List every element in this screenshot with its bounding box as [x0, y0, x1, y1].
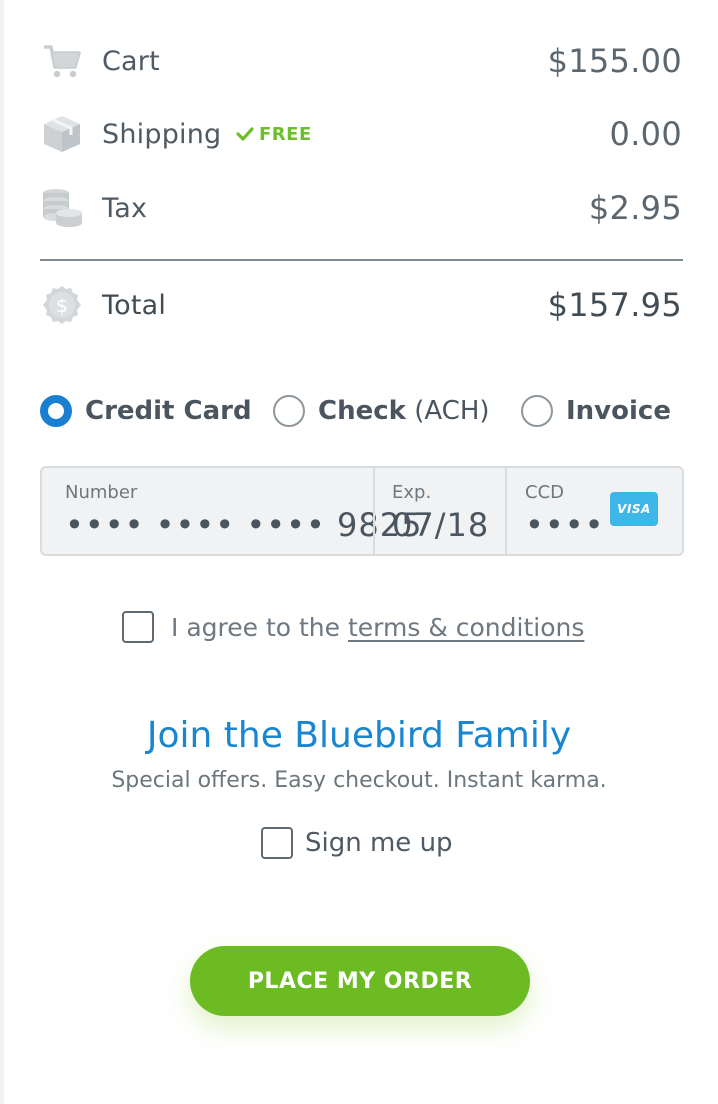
- radio-label-invoice: Invoice: [566, 396, 671, 426]
- payment-method-group: Credit Card Check (ACH) Invoice: [40, 390, 682, 432]
- tax-row: Tax $2.95: [40, 180, 682, 236]
- svg-text:$: $: [56, 295, 68, 317]
- place-order-button[interactable]: PLACE MY ORDER: [190, 946, 530, 1016]
- summary-divider: [40, 259, 683, 261]
- terms-checkbox[interactable]: [122, 611, 154, 643]
- terms-agreement: I agree to the terms & conditions: [122, 608, 584, 646]
- terms-text: I agree to the terms & conditions: [171, 612, 585, 642]
- tax-label: Tax: [102, 192, 148, 224]
- card-ccd-label: CCD: [525, 482, 564, 503]
- signup-option: Sign me up: [261, 825, 453, 861]
- box-icon: [40, 112, 84, 156]
- join-subtitle: Special offers. Easy checkout. Instant k…: [111, 768, 607, 793]
- shipping-row: Shipping FREE 0.00: [40, 106, 682, 162]
- coins-icon: [40, 186, 84, 230]
- cart-label: Cart: [102, 45, 160, 77]
- radio-label-check: Check (ACH): [318, 396, 490, 426]
- radio-circle-selected[interactable]: [40, 395, 72, 427]
- radio-check-ach[interactable]: Check (ACH): [273, 390, 490, 432]
- card-details: Number •••• •••• •••• 9825 Exp. 07/18 CC…: [40, 466, 684, 556]
- cart-row: Cart $155.00: [40, 33, 682, 89]
- signup-checkbox[interactable]: [261, 827, 293, 859]
- total-row: $ Total $157.95: [40, 277, 682, 333]
- shipping-label: Shipping: [102, 118, 222, 150]
- total-label: Total: [102, 289, 167, 321]
- page-edge: [0, 0, 4, 1104]
- radio-credit-card[interactable]: Credit Card: [40, 390, 252, 432]
- join-title: Join the Bluebird Family: [146, 715, 572, 756]
- cart-icon: [40, 39, 84, 83]
- card-number-value[interactable]: •••• •••• •••• 9825: [65, 506, 422, 544]
- dollar-seal-icon: $: [40, 283, 84, 327]
- radio-label-credit-card: Credit Card: [85, 396, 252, 426]
- card-number-field[interactable]: Number •••• •••• •••• 9825: [42, 468, 421, 554]
- card-number-label: Number: [65, 482, 138, 503]
- card-exp-label: Exp.: [392, 482, 432, 503]
- cart-amount: $155.00: [547, 42, 682, 80]
- signup-label: Sign me up: [305, 828, 453, 858]
- radio-circle[interactable]: [273, 395, 305, 427]
- card-exp-value[interactable]: 07/18: [392, 506, 489, 544]
- radio-circle[interactable]: [521, 395, 553, 427]
- card-ccd-value[interactable]: ••••: [525, 506, 605, 544]
- tax-amount: $2.95: [588, 189, 682, 227]
- card-exp-field[interactable]: Exp. 07/18: [375, 468, 505, 554]
- total-amount: $157.95: [547, 286, 682, 324]
- free-badge: FREE: [236, 124, 312, 145]
- check-icon: [236, 127, 254, 141]
- visa-icon: VISA: [610, 492, 658, 526]
- shipping-amount: 0.00: [609, 115, 682, 153]
- terms-link[interactable]: terms & conditions: [348, 613, 584, 642]
- free-badge-text: FREE: [259, 123, 312, 145]
- radio-invoice[interactable]: Invoice: [521, 390, 671, 432]
